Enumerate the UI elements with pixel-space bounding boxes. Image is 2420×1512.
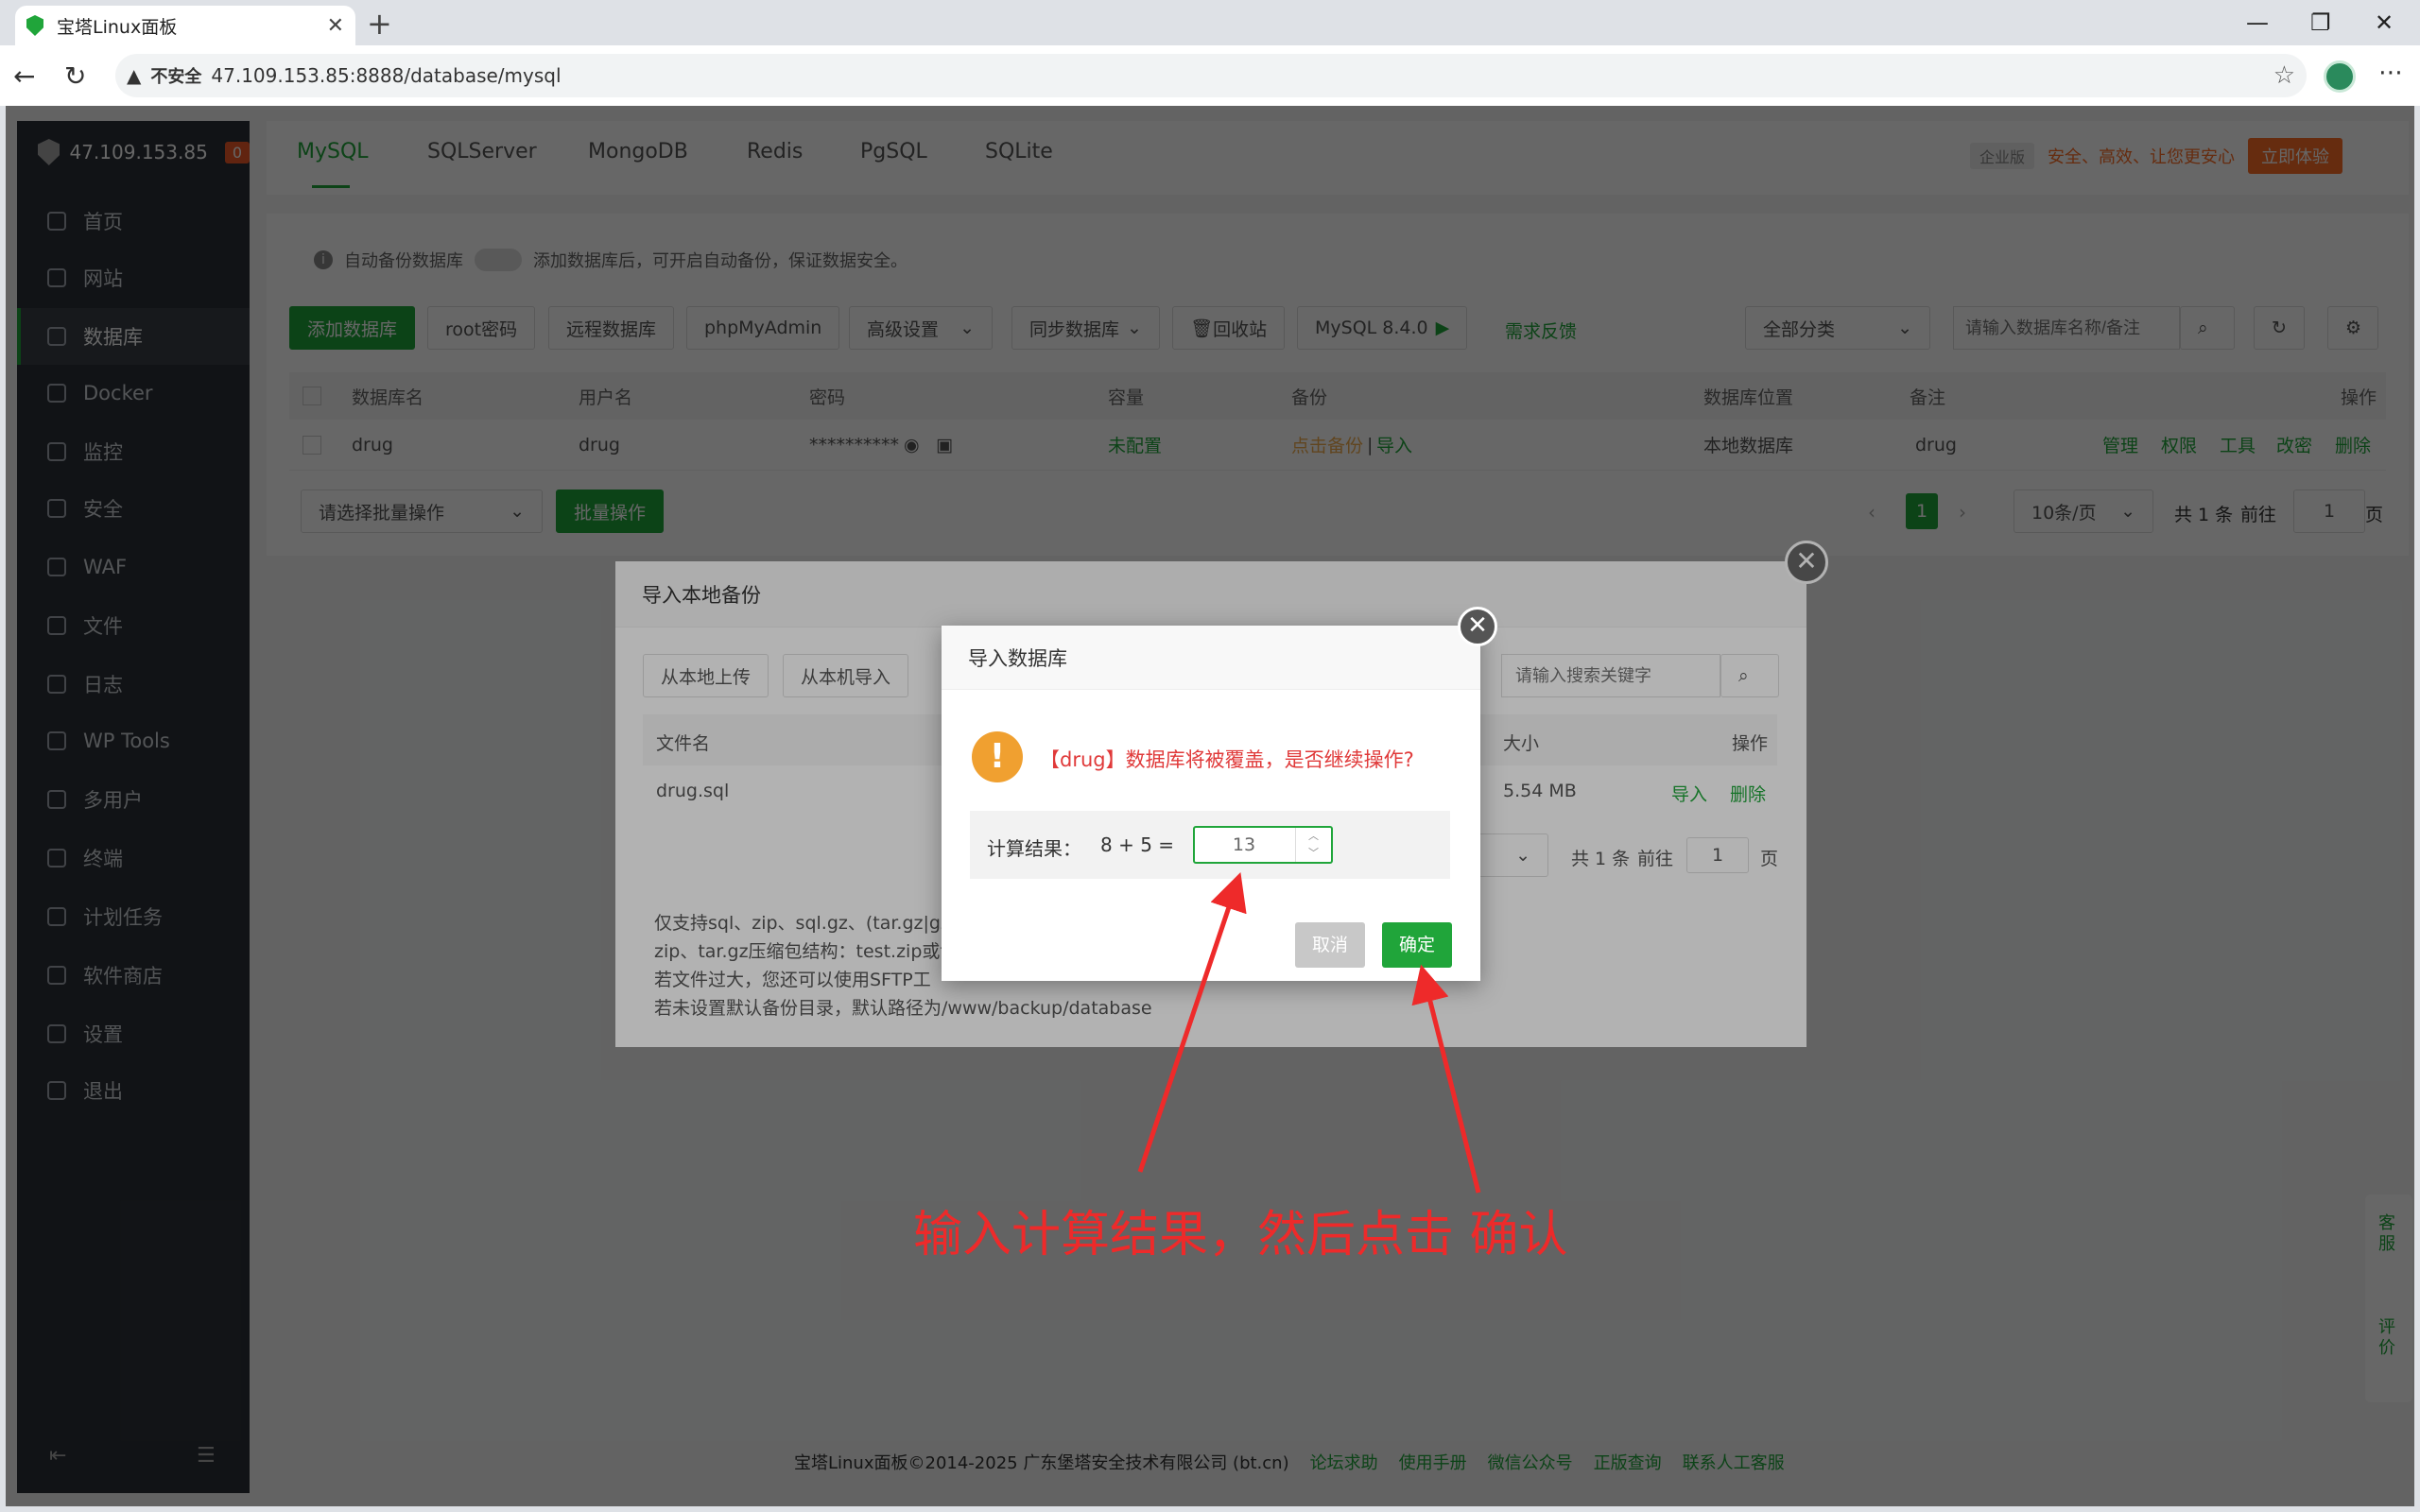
- arrow-to-input: [1137, 872, 1247, 1173]
- annotation-text: 输入计算结果，然后点击 确认: [913, 1207, 1568, 1263]
- annotation-arrows: [1137, 872, 1481, 1194]
- arrow-to-confirm: [1411, 964, 1481, 1194]
